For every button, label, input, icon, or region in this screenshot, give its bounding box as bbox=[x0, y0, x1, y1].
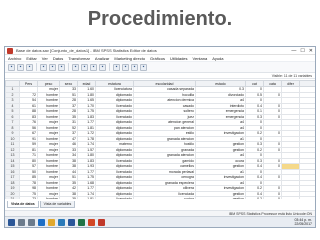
clock-date: 22/05/2017 bbox=[294, 222, 312, 226]
table-row: 21 73 hombre 35 1.81 licenciado cocina gestion 0… bbox=[5, 196, 315, 199]
split-icon[interactable]: ▪ bbox=[99, 63, 106, 71]
variable-info-bar: Visible: 11 de 11 variables bbox=[5, 73, 315, 79]
menu-item-marketing-directo[interactable]: Marketing directo bbox=[114, 55, 145, 61]
menu-item-analizar[interactable]: Analizar bbox=[95, 55, 109, 61]
tab-data-view[interactable]: Vista de datos bbox=[7, 201, 39, 208]
store-icon[interactable] bbox=[58, 218, 65, 226]
edge-icon[interactable] bbox=[38, 218, 45, 226]
sets-icon[interactable]: ▪ bbox=[140, 63, 147, 71]
slide-title: Procedimiento. bbox=[87, 8, 233, 30]
word-icon[interactable] bbox=[68, 218, 75, 226]
menu-item-archivo[interactable]: Archivo bbox=[8, 55, 21, 61]
title-bar: Base de datos.sav [Conjunto_de_datos1] -… bbox=[5, 47, 315, 55]
system-clock[interactable]: 03:44 p. m. 22/05/2017 bbox=[294, 218, 312, 226]
print-icon[interactable]: ▪ bbox=[26, 63, 33, 71]
excel-icon[interactable] bbox=[78, 218, 85, 226]
explorer-icon[interactable] bbox=[48, 218, 55, 226]
data-cell[interactable]: licenciado bbox=[95, 196, 134, 199]
menu-item-ayuda[interactable]: Ayuda bbox=[212, 55, 223, 61]
spss-window: Base de datos.sav [Conjunto_de_datos1] -… bbox=[4, 46, 316, 228]
tab-variable-view[interactable]: Vista de variables bbox=[39, 201, 76, 208]
data-cell[interactable] bbox=[281, 196, 300, 199]
menu-item-ver[interactable]: Ver bbox=[42, 55, 48, 61]
task-view-icon[interactable] bbox=[28, 218, 35, 226]
goto-icon[interactable]: ▪ bbox=[72, 63, 79, 71]
minimize-button[interactable]: — bbox=[291, 48, 296, 54]
menu-item-ventana[interactable]: Ventana bbox=[193, 55, 208, 61]
undo-icon[interactable]: ▪ bbox=[49, 63, 56, 71]
maximize-button[interactable]: ☐ bbox=[300, 48, 304, 54]
data-cell[interactable]: 0 bbox=[263, 196, 282, 199]
visible-variables-count: Visible: 11 de 11 variables bbox=[271, 74, 312, 78]
data-cell[interactable]: 35 bbox=[59, 196, 78, 199]
variables-icon[interactable]: ▪ bbox=[81, 63, 88, 71]
dialog-icon[interactable]: ▪ bbox=[40, 63, 47, 71]
data-grid[interactable]: Pers peso sexo edad estatura escolaridad estad… bbox=[5, 80, 315, 199]
data-cell[interactable]: 73 bbox=[19, 196, 38, 199]
menu-item-editar[interactable]: Editar bbox=[26, 55, 36, 61]
empty-cell[interactable] bbox=[299, 196, 315, 199]
window-title: Base de datos.sav [Conjunto_de_datos1] -… bbox=[16, 48, 157, 53]
spss-icon[interactable] bbox=[98, 218, 105, 226]
redo-icon[interactable]: ▪ bbox=[58, 63, 65, 71]
toolbar-separator bbox=[68, 63, 69, 71]
data-cell[interactable]: 1.81 bbox=[77, 196, 96, 199]
spss-app-icon bbox=[7, 48, 13, 54]
value-labels-icon[interactable]: ▪ bbox=[131, 63, 138, 71]
select-icon[interactable]: ▪ bbox=[122, 63, 129, 71]
weight-icon[interactable]: ▪ bbox=[113, 63, 120, 71]
search-icon[interactable] bbox=[18, 218, 25, 226]
toolbar: ▪ ▪ ▪ ▪ ▪ ▪ ▪ ▪ ▪ ▪ ▪ ▪ ▪ ▪ bbox=[5, 62, 315, 73]
menu-item-transformar[interactable]: Transformar bbox=[68, 55, 90, 61]
data-cell[interactable]: cocina bbox=[133, 196, 196, 199]
close-button[interactable]: ✕ bbox=[309, 48, 313, 54]
start-icon[interactable] bbox=[8, 218, 15, 226]
powerpoint-icon[interactable] bbox=[88, 218, 95, 226]
data-cell[interactable]: gestion bbox=[195, 196, 246, 199]
toolbar-separator bbox=[36, 63, 37, 71]
save-icon[interactable]: ▪ bbox=[17, 63, 24, 71]
view-tabs: Vista de datos Vista de variables bbox=[5, 201, 76, 208]
windows-taskbar: 03:44 p. m. 22/05/2017 bbox=[5, 216, 315, 227]
find-icon[interactable]: ▪ bbox=[90, 63, 97, 71]
menu-item-datos[interactable]: Datos bbox=[53, 55, 63, 61]
row-number[interactable]: 21 bbox=[5, 196, 20, 199]
menu-bar: Archivo Editar Ver Datos Transformar Analizar… bbox=[5, 55, 315, 62]
toolbar-separator bbox=[109, 63, 110, 71]
menu-item-utilidades[interactable]: Utilidades bbox=[170, 55, 188, 61]
data-cell[interactable]: 0.2 bbox=[245, 196, 264, 199]
menu-item-gráficos[interactable]: Gráficos bbox=[150, 55, 165, 61]
open-icon[interactable]: ▪ bbox=[8, 63, 15, 71]
data-cell[interactable]: hombre bbox=[37, 196, 60, 199]
